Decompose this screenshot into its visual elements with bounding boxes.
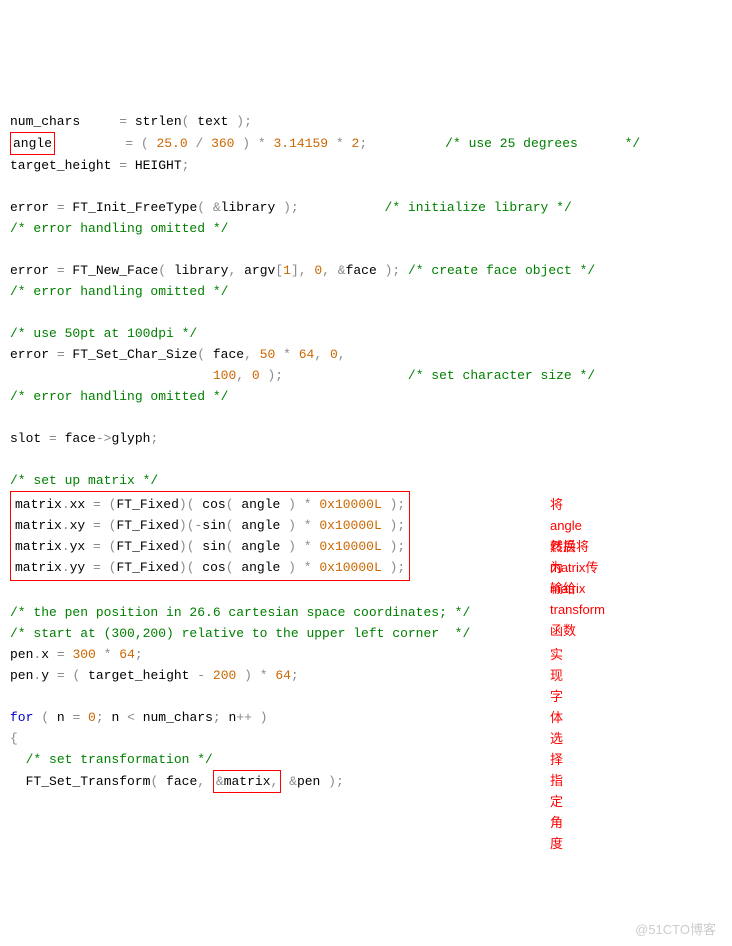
code-block: num_chars = strlen( text ); angle = ( 25…	[10, 90, 722, 793]
code-line: 100, 0 ); /* set character size */	[10, 368, 595, 383]
code-comment: /* error handling omitted */	[10, 284, 228, 299]
code-line: error = FT_Init_FreeType( &library ); /*…	[10, 200, 572, 215]
code-line: num_chars = strlen( text );	[10, 114, 252, 129]
matrix-block: matrix.xx = (FT_Fixed)( cos( angle ) * 0…	[10, 560, 410, 575]
matrix-arg-highlight-box: &matrix,	[213, 770, 281, 793]
angle-highlight-box: angle	[10, 132, 55, 155]
code-line: error = FT_Set_Char_Size( face, 50 * 64,…	[10, 347, 346, 362]
code-comment: /* start at (300,200) relative to the up…	[10, 626, 470, 641]
code-line: slot = face->glyph;	[10, 431, 158, 446]
code-line: pen.y = ( target_height - 200 ) * 64;	[10, 668, 299, 683]
matrix-highlight-box: matrix.xx = (FT_Fixed)( cos( angle ) * 0…	[10, 491, 410, 581]
annotation-3: 实现字体选择指定角度	[550, 644, 563, 854]
code-line: error = FT_New_Face( library, argv[1], 0…	[10, 263, 595, 278]
code-comment: /* set up matrix */	[10, 473, 158, 488]
code-comment: /* error handling omitted */	[10, 389, 228, 404]
code-comment: /* error handling omitted */	[10, 221, 228, 236]
annotation-2: 然后将matrix传输给transform函数	[550, 536, 605, 641]
code-line: {	[10, 731, 18, 746]
code-comment: /* use 50pt at 100dpi */	[10, 326, 197, 341]
code-line: FT_Set_Transform( face, &matrix, &pen );	[10, 774, 344, 789]
code-comment: /* the pen position in 26.6 cartesian sp…	[10, 605, 470, 620]
watermark: @51CTO博客	[635, 919, 716, 940]
code-line: /* set transformation */	[10, 752, 213, 767]
code-line: target_height = HEIGHT;	[10, 158, 189, 173]
code-line: angle = ( 25.0 / 360 ) * 3.14159 * 2; /*…	[10, 136, 640, 151]
code-line: for ( n = 0; n < num_chars; n++ )	[10, 710, 268, 725]
code-line: pen.x = 300 * 64;	[10, 647, 143, 662]
